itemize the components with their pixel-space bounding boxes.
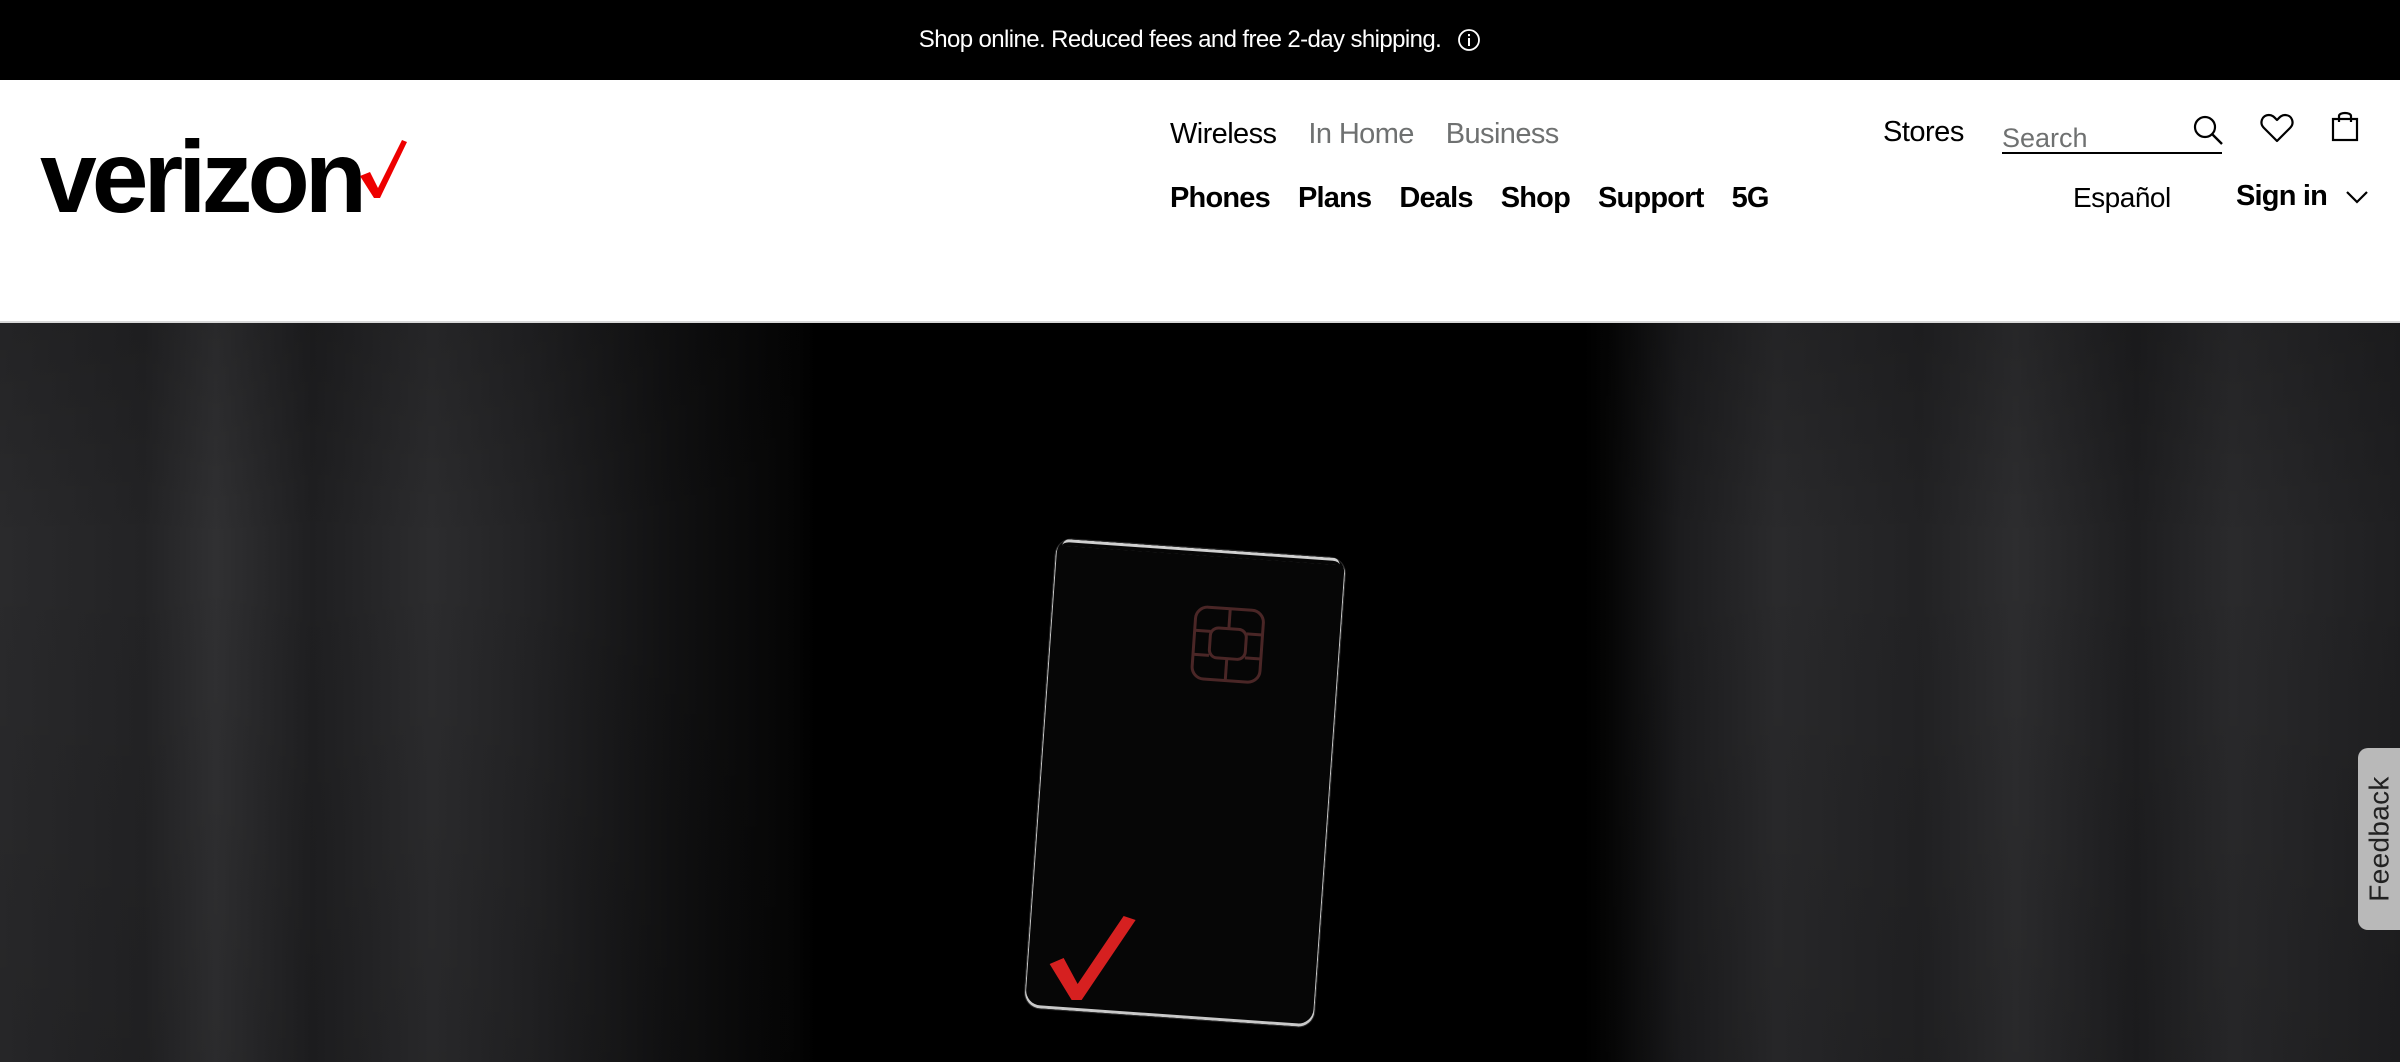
main-nav: Phones Plans Deals Shop Support 5G bbox=[1170, 182, 1769, 215]
info-icon[interactable] bbox=[1457, 28, 1481, 52]
chevron-down-icon bbox=[2346, 190, 2368, 204]
feedback-label: Feedback bbox=[2364, 776, 2395, 902]
chip-icon bbox=[1190, 605, 1265, 684]
language-toggle[interactable]: Español bbox=[2073, 182, 2171, 214]
shopping-bag-icon[interactable] bbox=[2330, 110, 2360, 142]
nav-shop[interactable]: Shop bbox=[1501, 182, 1571, 215]
nav-plans[interactable]: Plans bbox=[1298, 182, 1372, 215]
search-input[interactable] bbox=[2002, 118, 2182, 158]
announcement-bar: Shop online. Reduced fees and free 2-day… bbox=[0, 0, 2400, 80]
search-field bbox=[2002, 110, 2222, 158]
nav-wireless[interactable]: Wireless bbox=[1170, 118, 1277, 151]
heart-icon[interactable] bbox=[2260, 112, 2294, 144]
feedback-tab[interactable]: Feedback bbox=[2358, 748, 2400, 930]
logo-wordmark: verizon bbox=[40, 120, 367, 234]
verizon-logo[interactable]: verizon bbox=[40, 126, 408, 228]
nav-business[interactable]: Business bbox=[1446, 118, 1559, 151]
nav-in-home[interactable]: In Home bbox=[1308, 118, 1414, 151]
nav-5g[interactable]: 5G bbox=[1732, 182, 1770, 215]
announcement-text: Shop online. Reduced fees and free 2-day… bbox=[918, 26, 1442, 53]
nav-deals[interactable]: Deals bbox=[1399, 182, 1473, 215]
site-header: verizon Wireless In Home Business Phones… bbox=[0, 80, 2400, 321]
nav-support[interactable]: Support bbox=[1598, 182, 1704, 215]
segment-nav: Wireless In Home Business bbox=[1170, 118, 1559, 151]
stores-link[interactable]: Stores bbox=[1883, 116, 1964, 149]
red-checkmark-icon bbox=[1049, 915, 1136, 1000]
hero-banner: Feedback bbox=[0, 321, 2400, 1062]
sign-in-button[interactable]: Sign in bbox=[2236, 180, 2369, 213]
sign-in-label: Sign in bbox=[2236, 180, 2328, 212]
sim-card-image bbox=[1023, 538, 1347, 1028]
nav-phones[interactable]: Phones bbox=[1170, 182, 1271, 215]
search-icon[interactable] bbox=[2192, 114, 2224, 146]
checkmark-logo-icon bbox=[360, 140, 408, 198]
